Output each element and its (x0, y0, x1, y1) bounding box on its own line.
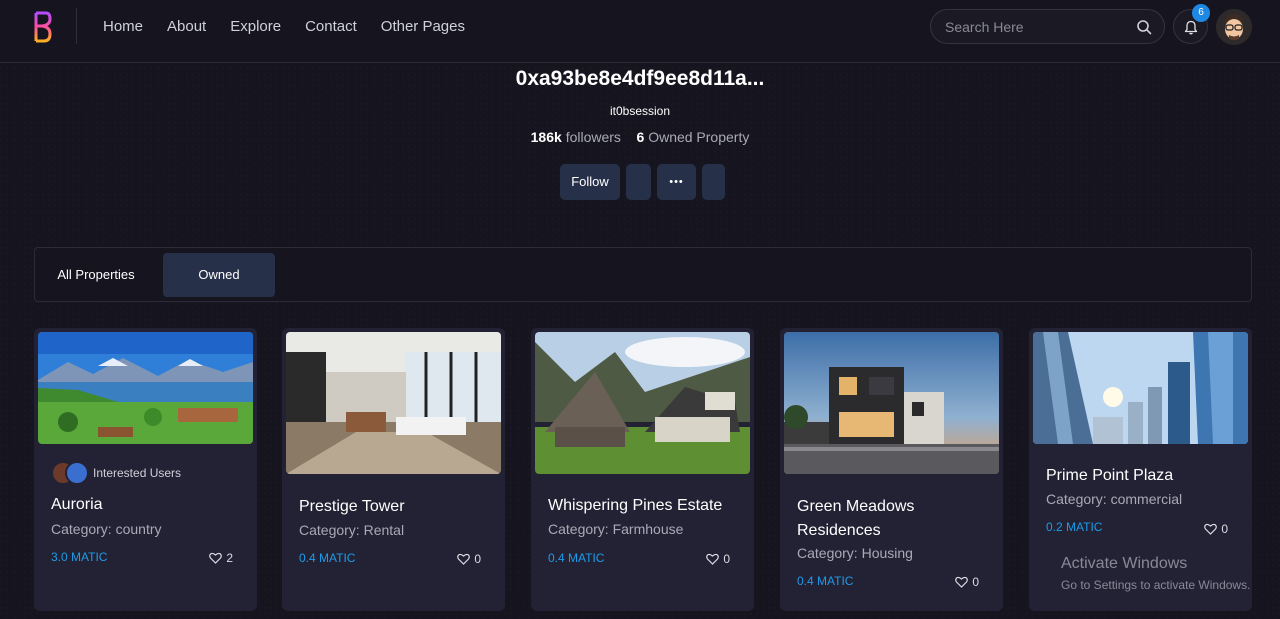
property-category: Category: Housing (797, 545, 913, 561)
nav-links: Home About Explore Contact Other Pages (103, 18, 489, 35)
owned-label: Owned Property (648, 129, 750, 145)
brand-logo-icon[interactable] (30, 10, 54, 44)
search-icon[interactable] (1136, 19, 1152, 35)
like-button[interactable]: 0 (457, 552, 481, 566)
property-image (535, 332, 750, 474)
profile-stats: 186k followers 6 Owned Property (0, 129, 1280, 145)
tab-all-properties[interactable]: All Properties (40, 253, 152, 297)
heart-icon (706, 553, 720, 565)
property-image (1033, 332, 1248, 444)
property-card[interactable]: Prestige Tower Category: Rental 0.4 MATI… (282, 328, 505, 611)
notification-badge: 6 (1192, 4, 1210, 22)
heart-icon (955, 576, 969, 588)
like-count: 0 (723, 552, 730, 566)
like-button[interactable]: 0 (706, 552, 730, 566)
activate-windows-subtitle: Go to Settings to activate Windows. (1061, 578, 1251, 592)
nav-divider (76, 8, 77, 44)
nav-home[interactable]: Home (103, 18, 143, 35)
interested-users[interactable]: Interested Users (51, 461, 181, 485)
wooden-barns-image (535, 332, 750, 474)
heart-icon (457, 553, 471, 565)
more-options-button[interactable]: ••• (657, 164, 696, 200)
followers-label: followers (565, 129, 621, 145)
profile-name: 0xa93be8e4df9ee8d11a... (515, 67, 765, 90)
like-count: 0 (1221, 522, 1228, 536)
nav-about[interactable]: About (167, 18, 206, 35)
property-image (38, 332, 253, 444)
property-category: Category: country (51, 521, 162, 537)
like-button[interactable]: 0 (955, 575, 979, 589)
avatar-face-icon (1216, 9, 1252, 45)
property-image (286, 332, 501, 474)
like-button[interactable]: 0 (1204, 522, 1228, 536)
nav-other-pages[interactable]: Other Pages (381, 18, 465, 35)
property-price: 0.4 MATIC (299, 551, 356, 565)
search-input[interactable] (945, 18, 1125, 36)
tab-owned[interactable]: Owned (163, 253, 275, 297)
skyscrapers-image (1033, 332, 1248, 444)
search-box (930, 9, 1165, 44)
icon-button-empty[interactable] (626, 164, 651, 200)
activate-windows-title: Activate Windows (1061, 555, 1188, 572)
modern-houses-image (784, 332, 999, 474)
icon-button-empty-2[interactable] (702, 164, 725, 200)
heart-icon (209, 552, 223, 564)
lake-mountains-image (38, 332, 253, 444)
property-card[interactable]: Whispering Pines Estate Category: Farmho… (531, 328, 754, 611)
top-navbar: Home About Explore Contact Other Pages 6 (0, 0, 1280, 63)
nav-contact[interactable]: Contact (305, 18, 357, 35)
property-tabs: All Properties Owned (34, 247, 1252, 302)
property-title: Green Meadows Residences (797, 498, 915, 539)
like-count: 0 (474, 552, 481, 566)
property-title: Prestige Tower (299, 498, 405, 515)
interested-avatar (65, 461, 89, 485)
property-card[interactable]: Interested Users Auroria Category: count… (34, 328, 257, 611)
profile-handle: it0bsession (609, 104, 671, 118)
property-price: 0.2 MATIC (1046, 520, 1103, 534)
property-price: 3.0 MATIC (51, 550, 108, 564)
office-interior-image (286, 332, 501, 474)
property-card[interactable]: Green Meadows Residences Category: Housi… (780, 328, 1003, 611)
bell-icon (1184, 20, 1198, 35)
nav-explore[interactable]: Explore (230, 18, 281, 35)
like-count: 0 (972, 575, 979, 589)
heart-icon (1204, 523, 1218, 535)
property-title: Prime Point Plaza (1046, 467, 1174, 484)
property-category: Category: Farmhouse (548, 521, 684, 537)
followers-count: 186k (530, 129, 562, 145)
follow-button[interactable]: Follow (560, 164, 620, 200)
property-category: Category: Rental (299, 522, 405, 538)
property-image (784, 332, 999, 474)
property-category: Category: commercial (1046, 491, 1183, 507)
interested-users-label: Interested Users (93, 466, 182, 480)
like-count: 2 (226, 551, 233, 565)
like-button[interactable]: 2 (209, 551, 233, 565)
property-title: Auroria (51, 496, 103, 513)
owned-count: 6 (636, 129, 645, 145)
property-price: 0.4 MATIC (797, 574, 854, 588)
property-title: Whispering Pines Estate (548, 497, 723, 514)
property-price: 0.4 MATIC (548, 551, 605, 565)
user-avatar[interactable] (1216, 9, 1252, 45)
